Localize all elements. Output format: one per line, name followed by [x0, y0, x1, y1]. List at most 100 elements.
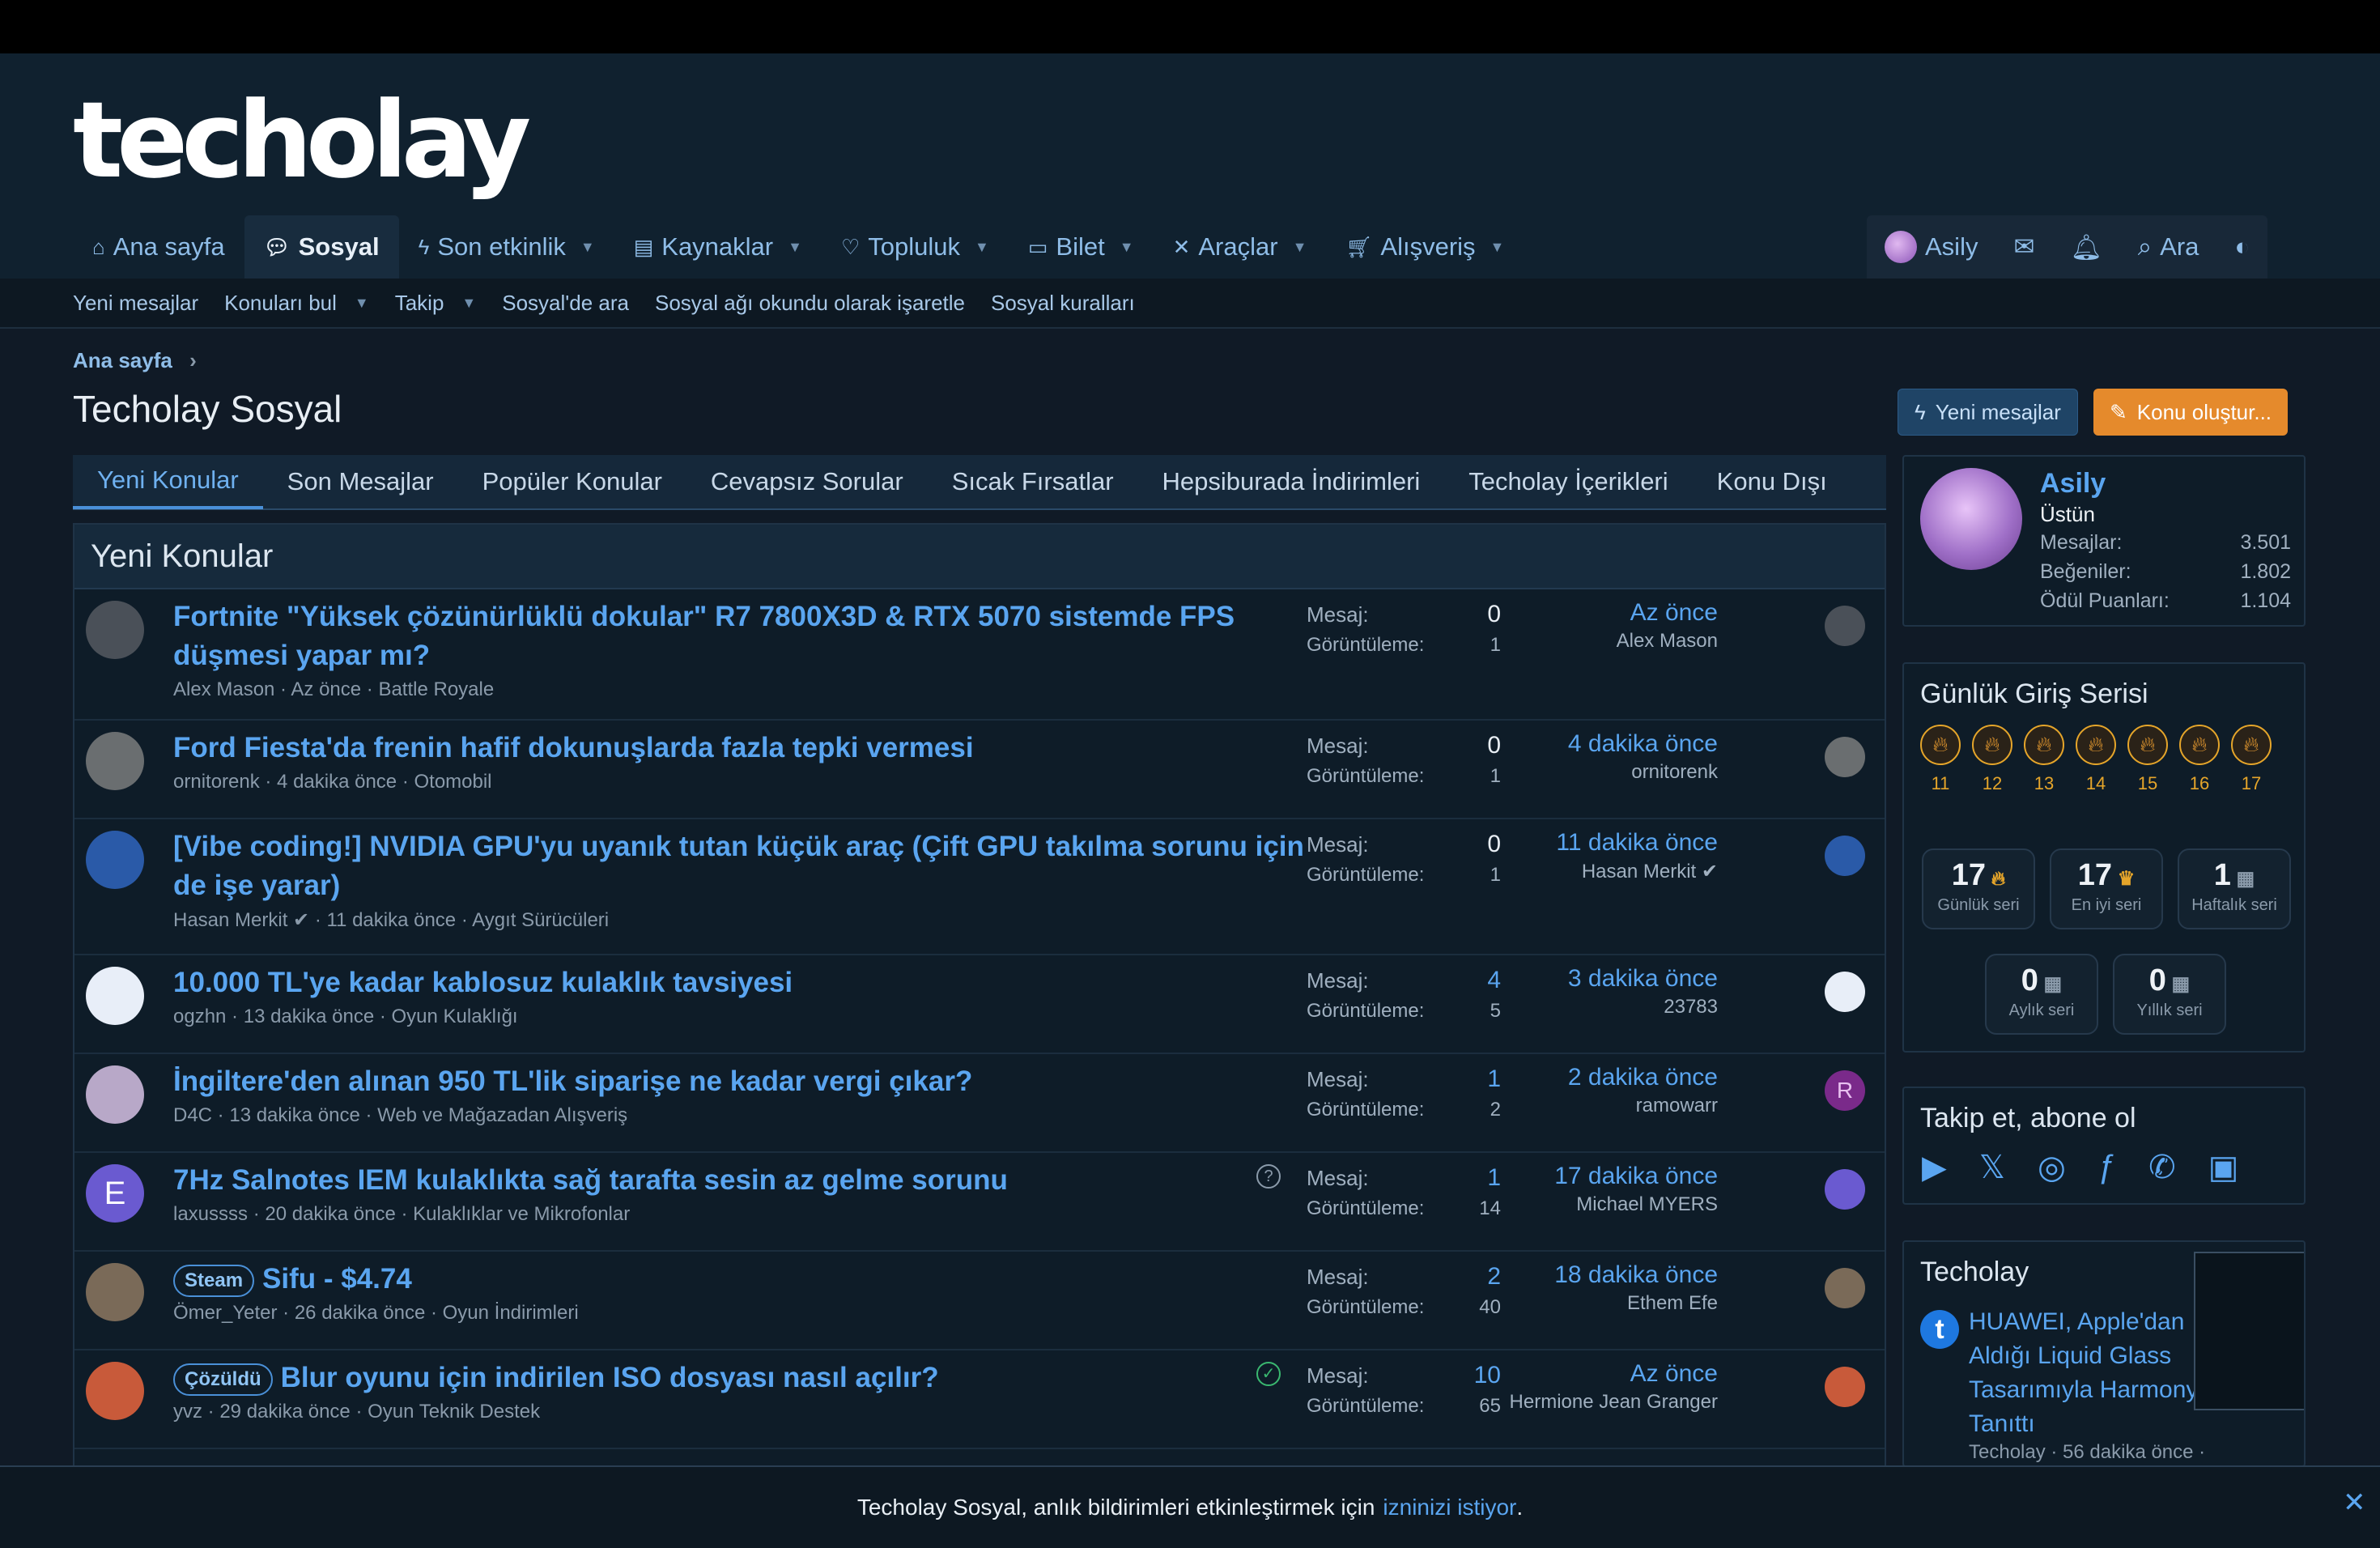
tab-0[interactable]: Yeni Konular [73, 454, 263, 509]
tab-6[interactable]: Techolay İçerikleri [1444, 454, 1692, 509]
last-post: 2 dakika önce ramowarr [1394, 1064, 1718, 1117]
avatar[interactable] [86, 967, 144, 1025]
last-post-user[interactable]: 23783 [1394, 996, 1718, 1019]
thread-title[interactable]: Çözüldü Blur oyunu için indirilen ISO dos… [173, 1359, 1339, 1397]
tab-5[interactable]: Hepsiburada İndirimleri [1138, 454, 1445, 509]
last-post-user[interactable]: Hermione Jean Granger [1394, 1391, 1718, 1414]
new-messages-button[interactable]: ϟ Yeni mesajlar [1898, 389, 2078, 436]
last-post-user[interactable]: Hasan Merkit ✔ [1394, 860, 1718, 883]
x-icon[interactable]: 𝕏 [1979, 1149, 2005, 1186]
profile-stat-value: 1.802 [2240, 560, 2291, 583]
cart-icon: 🛒︎ [1345, 234, 1373, 259]
nav-item-2[interactable]: ϟ Son etkinlik ▼ [399, 215, 614, 279]
thread-prefix-badge[interactable]: Çözüldü [173, 1363, 273, 1396]
streak-day-label: 17 [2241, 773, 2262, 793]
nav-item-7[interactable]: 🛒︎ Alışveriş ▼ [1326, 215, 1524, 279]
last-post-time[interactable]: 3 dakika önce [1394, 965, 1718, 996]
tab-7[interactable]: Konu Dışı [1693, 454, 1851, 509]
bell-icon[interactable]: 🔔︎ [2052, 215, 2119, 279]
subnav-item-0[interactable]: Yeni mesajlar [73, 291, 198, 316]
whatsapp-icon[interactable]: ✆ [2148, 1149, 2176, 1186]
instagram-icon[interactable]: ◎ [2038, 1149, 2066, 1186]
last-poster-avatar[interactable] [1825, 606, 1865, 646]
subnav-item-4[interactable]: Sosyal ağı okundu olarak işaretle [655, 291, 965, 316]
thread-title[interactable]: Steam Sifu - $4.74 [173, 1260, 1339, 1299]
tab-2[interactable]: Popüler Konular [458, 454, 686, 509]
avatar[interactable] [86, 1362, 144, 1420]
nav-item-1[interactable]: 💬︎ Sosyal [244, 215, 399, 279]
last-poster-avatar[interactable] [1825, 1169, 1865, 1210]
last-post-user[interactable]: ornitorenk [1394, 761, 1718, 784]
avatar[interactable] [86, 601, 144, 659]
user-menu[interactable]: Asily [1867, 215, 1995, 279]
avatar[interactable] [86, 732, 144, 790]
tab-1[interactable]: Son Mesajlar [263, 454, 458, 509]
flame-icon: 🔥︎ [2024, 725, 2064, 765]
flame-icon: 🔥︎ [2231, 725, 2272, 765]
last-poster-avatar[interactable]: R [1825, 1070, 1865, 1111]
nav-item-label: Topluluk [868, 232, 961, 261]
last-post-time[interactable]: 4 dakika önce [1394, 730, 1718, 761]
linkedin-icon[interactable]: ▣ [2208, 1149, 2239, 1186]
thread-title[interactable]: Ford Fiesta'da frenin hafif dokunuşlarda… [173, 729, 1339, 768]
banner-permission-link[interactable]: izninizi istiyor [1383, 1495, 1516, 1520]
last-post-user[interactable]: Alex Mason [1394, 630, 1718, 653]
last-poster-avatar[interactable] [1825, 737, 1865, 777]
last-post-time[interactable]: 2 dakika önce [1394, 1064, 1718, 1095]
messages-label: Mesaj: [1307, 602, 1369, 627]
nav-item-3[interactable]: ▤ Kaynaklar ▼ [614, 215, 822, 279]
last-poster-avatar[interactable] [1825, 972, 1865, 1012]
inbox-icon[interactable]: ✉ [1995, 215, 2052, 279]
nav-item-0[interactable]: ⌂ Ana sayfa [73, 215, 244, 279]
create-thread-button[interactable]: ✎ Konu oluştur... [2093, 389, 2289, 436]
profile-avatar[interactable] [1920, 468, 2022, 570]
last-poster-avatar[interactable] [1825, 1268, 1865, 1308]
youtube-icon[interactable]: ▶ [1922, 1149, 1947, 1186]
last-post-user[interactable]: Ethem Efe [1394, 1292, 1718, 1315]
breadcrumb[interactable]: Ana sayfa › [73, 348, 197, 373]
news-headline[interactable]: HUAWEI, Apple'dan Aldığı Liquid Glass Ta… [1969, 1305, 2212, 1441]
social-icons: ▶ 𝕏 ◎ ƒ ✆ ▣ [1904, 1149, 2304, 1186]
thread-title[interactable]: İngiltere'den alınan 950 TL'lik siparişe… [173, 1062, 1339, 1101]
nav-item-5[interactable]: ▭ Bilet ▼ [1009, 215, 1154, 279]
subnav-item-label: Sosyal kuralları [991, 290, 1135, 315]
thread-title[interactable]: [Vibe coding!] NVIDIA GPU'yu uyanık tuta… [173, 827, 1339, 905]
last-post-time[interactable]: Az önce [1394, 599, 1718, 630]
theme-toggle-icon[interactable]: ◐ [2216, 215, 2267, 279]
table-row: [Vibe coding!] NVIDIA GPU'yu uyanık tuta… [74, 819, 1885, 955]
tab-3[interactable]: Cevapsız Sorular [686, 454, 928, 509]
last-poster-avatar[interactable] [1825, 1367, 1865, 1407]
close-icon[interactable]: ✕ [2343, 1486, 2366, 1519]
last-post-user[interactable]: ramowarr [1394, 1095, 1718, 1117]
last-post-time[interactable]: 17 dakika önce [1394, 1163, 1718, 1193]
site-logo[interactable]: techolay [73, 87, 531, 193]
tab-4[interactable]: Sıcak Fırsatlar [928, 454, 1138, 509]
last-post-time[interactable]: 11 dakika önce [1394, 829, 1718, 860]
avatar[interactable] [86, 831, 144, 889]
profile-name[interactable]: Asily [2040, 468, 2106, 500]
screenshot-thumbnail[interactable] [2194, 1252, 2304, 1410]
facebook-icon[interactable]: ƒ [2098, 1149, 2116, 1186]
subnav-item-2[interactable]: Takip ▼ [395, 291, 477, 316]
subnav-item-3[interactable]: Sosyal'de ara [502, 291, 629, 316]
notification-banner: Techolay Sosyal, anlık bildirimleri etki… [0, 1465, 2380, 1548]
thread-prefix-badge[interactable]: Steam [173, 1264, 255, 1297]
subnav-item-1[interactable]: Konuları bul ▼ [224, 291, 369, 316]
thread-title[interactable]: Fortnite "Yüksek çözünürlüklü dokular" R… [173, 598, 1339, 675]
last-post-user[interactable]: Michael MYERS [1394, 1193, 1718, 1216]
avatar[interactable] [86, 1263, 144, 1321]
thread-title[interactable]: 10.000 TL'ye kadar kablosuz kulaklık tav… [173, 963, 1339, 1002]
flame-icon: 🔥︎ [2179, 725, 2220, 765]
create-thread-label: Konu oluştur... [2136, 399, 2272, 424]
nav-item-6[interactable]: ✕ Araçlar ▼ [1154, 215, 1327, 279]
thread-title[interactable]: 7Hz Salnotes IEM kulaklıkta sağ tarafta … [173, 1161, 1339, 1200]
search-button[interactable]: ⌕ Ara [2120, 215, 2217, 279]
subnav-item-5[interactable]: Sosyal kuralları [991, 291, 1135, 316]
nav-item-4[interactable]: ♡ Topluluk ▼ [822, 215, 1009, 279]
last-post-time[interactable]: Az önce [1394, 1360, 1718, 1391]
last-post-time[interactable]: 18 dakika önce [1394, 1261, 1718, 1292]
avatar[interactable] [86, 1065, 144, 1124]
avatar[interactable]: E [86, 1164, 144, 1223]
chevron-down-icon: ▼ [975, 238, 989, 255]
last-poster-avatar[interactable] [1825, 836, 1865, 876]
